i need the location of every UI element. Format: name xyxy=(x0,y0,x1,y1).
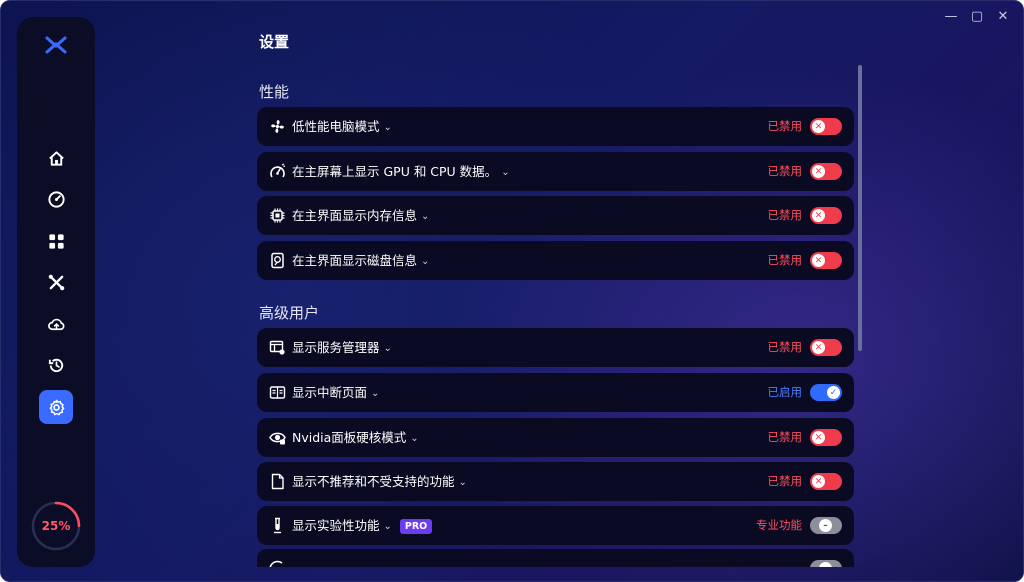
x-icon: ✕ xyxy=(812,254,825,267)
setting-row-gpu-cpu[interactable]: 在主屏幕上显示 GPU 和 CPU 数据。 ⌄ 已禁用 ✕ xyxy=(257,152,854,191)
setting-label: 在主界面显示内存信息 xyxy=(292,208,418,223)
toggle-switch[interactable]: ✕ xyxy=(810,429,842,446)
history-icon xyxy=(48,358,63,372)
setting-label: 在主界面显示磁盘信息 xyxy=(292,253,418,268)
status-text: 已禁用 xyxy=(767,430,803,444)
sidebar-item-tools[interactable] xyxy=(39,265,73,299)
sidebar-item-settings[interactable] xyxy=(39,390,73,424)
window-controls: — ▢ ✕ xyxy=(941,7,1013,27)
check-icon: ✓ xyxy=(827,386,840,399)
eye-icon xyxy=(269,429,286,446)
sidebar-item-home[interactable] xyxy=(39,141,73,175)
setting-label: 在主屏幕上显示 GPU 和 CPU 数据。 xyxy=(292,164,498,179)
setting-label: 显示实验性功能 xyxy=(292,518,380,533)
close-button[interactable]: ✕ xyxy=(993,7,1013,27)
chevron-down-icon[interactable]: ⌄ xyxy=(384,507,392,546)
setting-row-experimental[interactable]: 显示实验性功能 ⌄ PRO 专业功能 – xyxy=(257,506,854,545)
app-window: — ▢ ✕ 25% 设置 性能 高级用户 低性能电脑模式 ⌄ 已禁用 ✕ 在主屏… xyxy=(0,0,1024,582)
setting-label: 显示服务管理器 xyxy=(292,340,380,355)
home-icon xyxy=(48,150,64,166)
chevron-down-icon[interactable]: ⌄ xyxy=(459,463,467,502)
sidebar: 25% xyxy=(17,17,95,567)
chevron-down-icon[interactable]: ⌄ xyxy=(371,374,379,413)
chevron-down-icon[interactable]: ⌄ xyxy=(421,197,429,236)
partial-row-clip xyxy=(257,549,854,567)
chevron-down-icon[interactable]: ⌄ xyxy=(410,419,418,458)
status-text: 专业功能 xyxy=(756,518,802,532)
x-icon: ✕ xyxy=(812,341,825,354)
chevron-down-icon[interactable]: ⌄ xyxy=(501,153,509,192)
services-icon xyxy=(269,339,286,356)
status-text: 已禁用 xyxy=(767,164,803,178)
x-icon: ✕ xyxy=(812,165,825,178)
chevron-down-icon[interactable]: ⌄ xyxy=(384,329,392,368)
sidebar-item-apps[interactable] xyxy=(39,224,73,258)
pro-badge: PRO xyxy=(399,519,433,534)
gear-icon xyxy=(49,399,64,415)
apps-grid-icon xyxy=(48,233,64,249)
toggle-switch[interactable]: ✕ xyxy=(810,473,842,490)
status-text: 已禁用 xyxy=(767,119,803,133)
status-text: 已禁用 xyxy=(767,474,803,488)
setting-label: 显示不推荐和不受支持的功能 xyxy=(292,474,455,489)
fan-icon xyxy=(269,118,286,135)
setting-row-nvidia[interactable]: Nvidia面板硬核模式 ⌄ 已禁用 ✕ xyxy=(257,418,854,457)
toggle-switch[interactable]: ✓ xyxy=(810,384,842,401)
status-text: 已禁用 xyxy=(767,208,803,222)
setting-label: 低性能电脑模式 xyxy=(292,119,380,134)
chevron-down-icon[interactable]: ⌄ xyxy=(421,242,429,281)
minus-icon xyxy=(819,562,832,567)
setting-label: Nvidia面板硬核模式 xyxy=(292,430,407,445)
chevron-down-icon[interactable]: ⌄ xyxy=(384,108,392,147)
setting-row-low-performance[interactable]: 低性能电脑模式 ⌄ 已禁用 ✕ xyxy=(257,107,854,146)
section-performance: 性能 xyxy=(259,83,290,101)
x-logo-icon[interactable] xyxy=(43,35,69,55)
toggle-switch[interactable]: ✕ xyxy=(810,339,842,356)
maximize-button[interactable]: ▢ xyxy=(967,7,987,27)
sidebar-item-history[interactable] xyxy=(39,348,73,382)
toggle-switch[interactable]: ✕ xyxy=(810,207,842,224)
section-advanced: 高级用户 xyxy=(259,304,320,322)
setting-row-interrupt-page[interactable]: 显示中断页面 ⌄ 已启用 ✓ xyxy=(257,373,854,412)
setting-label: 显示中断页面 xyxy=(292,385,368,400)
setting-row-partial[interactable] xyxy=(257,549,854,567)
setting-row-services[interactable]: 显示服务管理器 ⌄ 已禁用 ✕ xyxy=(257,328,854,367)
status-text: 已禁用 xyxy=(767,340,803,354)
toggle-switch[interactable]: ✕ xyxy=(810,163,842,180)
toggle-switch[interactable]: ✕ xyxy=(810,118,842,135)
x-tools-icon xyxy=(48,274,64,290)
chip-icon xyxy=(269,207,286,224)
minimize-button[interactable]: — xyxy=(941,7,961,27)
page-title: 设置 xyxy=(259,33,290,51)
toggle-switch[interactable]: ✕ xyxy=(810,252,842,269)
x-icon: ✕ xyxy=(812,209,825,222)
sidebar-item-performance[interactable] xyxy=(39,182,73,216)
disk-icon xyxy=(269,252,286,269)
file-icon xyxy=(269,473,286,490)
usage-percent: 25% xyxy=(41,519,71,533)
minus-icon: – xyxy=(819,519,832,532)
x-icon: ✕ xyxy=(812,475,825,488)
flask-icon xyxy=(269,517,286,534)
toggle-switch[interactable] xyxy=(810,560,842,567)
toggle-switch[interactable]: – xyxy=(810,517,842,534)
x-icon: ✕ xyxy=(812,120,825,133)
cloud-upload-icon xyxy=(47,318,64,330)
layout-icon xyxy=(269,384,286,401)
setting-row-unsupported[interactable]: 显示不推荐和不受支持的功能 ⌄ 已禁用 ✕ xyxy=(257,462,854,501)
partial-icon xyxy=(269,560,286,567)
scrollbar[interactable] xyxy=(858,65,862,351)
x-icon: ✕ xyxy=(812,431,825,444)
status-text: 已禁用 xyxy=(767,253,803,267)
status-text: 已启用 xyxy=(767,385,803,399)
setting-row-memory[interactable]: 在主界面显示内存信息 ⌄ 已禁用 ✕ xyxy=(257,196,854,235)
speedometer-icon xyxy=(47,190,65,208)
setting-row-disk[interactable]: 在主界面显示磁盘信息 ⌄ 已禁用 ✕ xyxy=(257,241,854,280)
gauge-icon xyxy=(269,163,286,180)
sidebar-item-cloud[interactable] xyxy=(39,307,73,341)
